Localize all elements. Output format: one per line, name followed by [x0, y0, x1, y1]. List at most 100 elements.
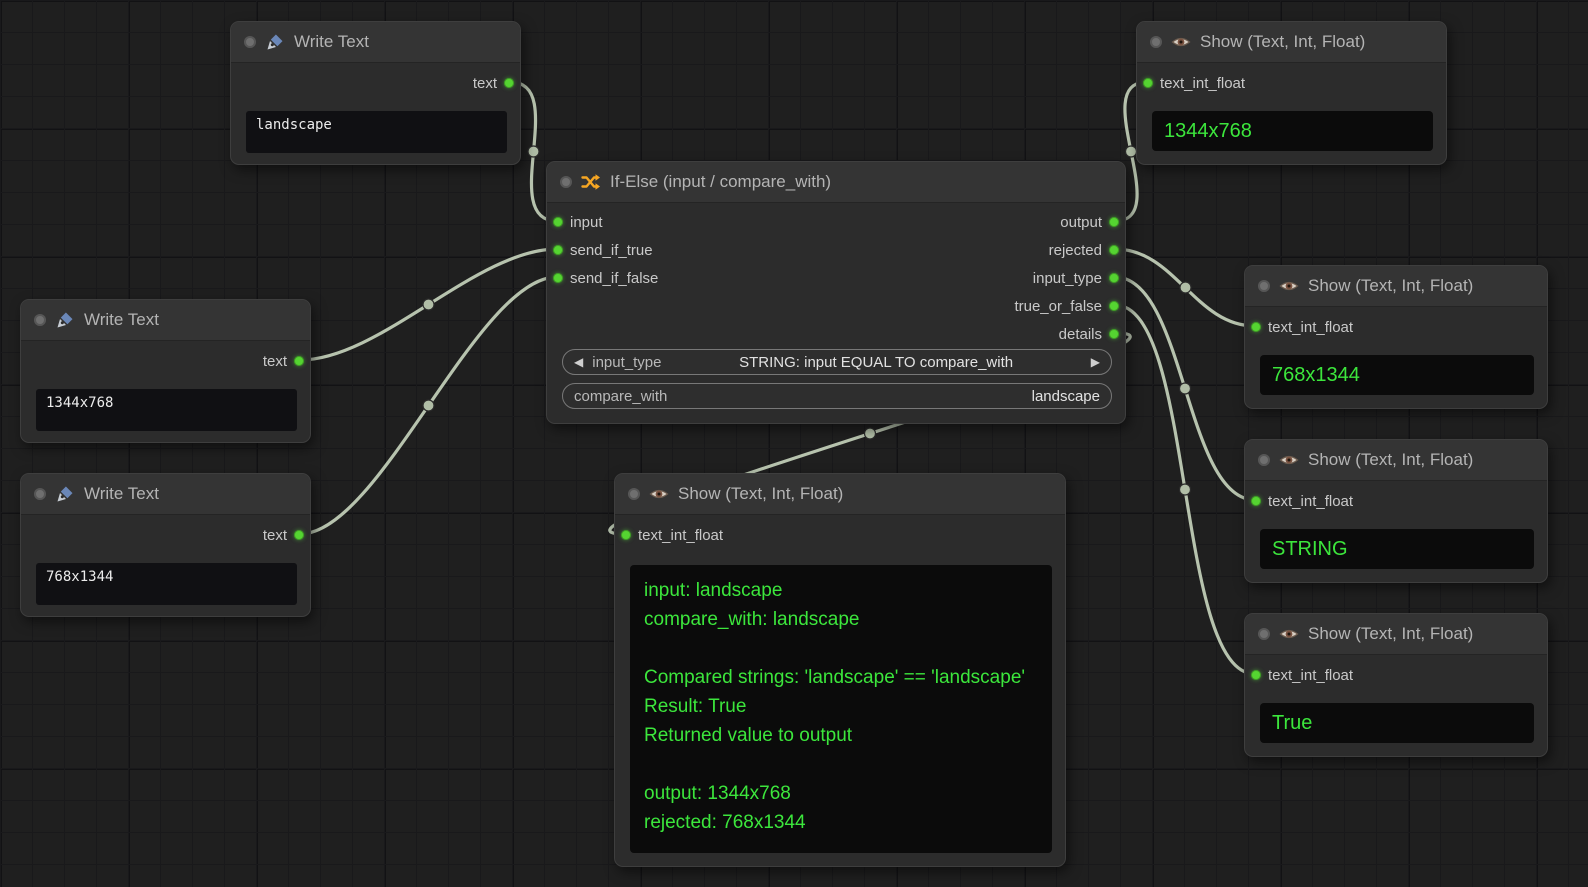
text-field[interactable]: landscape — [246, 111, 507, 153]
value-display: STRING — [1260, 529, 1534, 569]
node-write-text-3[interactable]: Write Text text 768x1344 — [20, 473, 311, 617]
node-if-else[interactable]: If-Else (input / compare_with) input sen… — [546, 161, 1126, 424]
node-title-bar[interactable]: Write Text — [21, 474, 310, 515]
text-field[interactable]: 768x1344 — [36, 563, 297, 605]
node-title: Show (Text, Int, Float) — [1308, 276, 1473, 296]
node-show-input-type[interactable]: Show (Text, Int, Float) text_int_float S… — [1244, 439, 1548, 583]
node-title: Show (Text, Int, Float) — [678, 484, 843, 504]
input-port-send-if-false[interactable]: send_if_false — [547, 264, 658, 292]
node-write-text-2[interactable]: Write Text text 1344x768 — [20, 299, 311, 443]
port-dot[interactable] — [553, 245, 563, 255]
node-show-output[interactable]: Show (Text, Int, Float) text_int_float 1… — [1136, 21, 1447, 165]
pen-icon — [265, 32, 285, 52]
port-dot[interactable] — [1251, 670, 1261, 680]
text-widget-compare-with[interactable]: compare_with landscape — [562, 383, 1112, 409]
node-show-details[interactable]: Show (Text, Int, Float) text_int_float i… — [614, 473, 1066, 867]
port-label: rejected — [1049, 242, 1102, 259]
node-show-rejected[interactable]: Show (Text, Int, Float) text_int_float 7… — [1244, 265, 1548, 409]
output-port-true-or-false[interactable]: true_or_false — [1014, 292, 1125, 320]
value-display: 1344x768 — [1152, 111, 1433, 151]
collapse-dot[interactable] — [1150, 36, 1162, 48]
combo-prev-arrow[interactable]: ◀ — [574, 355, 583, 369]
node-title-bar[interactable]: Write Text — [21, 300, 310, 341]
port-label: input — [570, 214, 603, 231]
details-line: Result: True — [644, 692, 1038, 721]
collapse-dot[interactable] — [34, 488, 46, 500]
details-line: Compared strings: 'landscape' == 'landsc… — [644, 663, 1038, 692]
input-port-text-int-float[interactable]: text_int_float — [1137, 69, 1245, 97]
node-title: Show (Text, Int, Float) — [1308, 624, 1473, 644]
node-title: Write Text — [84, 310, 159, 330]
eye-icon — [1279, 624, 1299, 644]
node-title-bar[interactable]: Show (Text, Int, Float) — [1137, 22, 1446, 63]
port-dot[interactable] — [294, 356, 304, 366]
port-label: text_int_float — [1268, 319, 1353, 336]
collapse-dot[interactable] — [628, 488, 640, 500]
output-port-text[interactable]: text — [473, 69, 520, 97]
value-display: True — [1260, 703, 1534, 743]
output-port-output[interactable]: output — [1060, 208, 1125, 236]
port-dot[interactable] — [553, 273, 563, 283]
link-midpoint-dot — [528, 146, 539, 157]
combo-widget-input-type[interactable]: ◀ input_type STRING: input EQUAL TO comp… — [562, 349, 1112, 375]
link-input-type-to-show — [1115, 277, 1255, 500]
input-port-text-int-float[interactable]: text_int_float — [1245, 313, 1353, 341]
text-widget-label: compare_with — [574, 388, 667, 405]
output-port-text[interactable]: text — [263, 521, 310, 549]
node-graph-canvas[interactable]: Write Text text landscape Write Text tex… — [0, 0, 1588, 887]
collapse-dot[interactable] — [1258, 280, 1270, 292]
collapse-dot[interactable] — [1258, 454, 1270, 466]
input-port-input[interactable]: input — [547, 208, 603, 236]
port-dot[interactable] — [504, 78, 514, 88]
port-dot[interactable] — [294, 530, 304, 540]
node-title-bar[interactable]: Show (Text, Int, Float) — [1245, 614, 1547, 655]
node-show-true-or-false[interactable]: Show (Text, Int, Float) text_int_float T… — [1244, 613, 1548, 757]
output-port-text[interactable]: text — [263, 347, 310, 375]
output-port-details[interactable]: details — [1059, 320, 1125, 348]
pen-icon — [55, 310, 75, 330]
port-dot[interactable] — [1251, 322, 1261, 332]
port-label: text — [263, 353, 287, 370]
port-label: text_int_float — [1160, 75, 1245, 92]
port-dot[interactable] — [1143, 78, 1153, 88]
port-dot[interactable] — [621, 530, 631, 540]
details-line: output: 1344x768 — [644, 779, 1038, 808]
link-midpoint-dot — [1126, 146, 1137, 157]
combo-next-arrow[interactable]: ▶ — [1091, 355, 1100, 369]
collapse-dot[interactable] — [560, 176, 572, 188]
port-dot[interactable] — [1109, 245, 1119, 255]
collapse-dot[interactable] — [244, 36, 256, 48]
node-title-bar[interactable]: If-Else (input / compare_with) — [547, 162, 1125, 203]
node-title-bar[interactable]: Show (Text, Int, Float) — [1245, 440, 1547, 481]
port-dot[interactable] — [1109, 217, 1119, 227]
output-port-rejected[interactable]: rejected — [1049, 236, 1125, 264]
details-line: rejected: 768x1344 — [644, 808, 1038, 837]
port-dot[interactable] — [1109, 301, 1119, 311]
link-midpoint-dot — [1180, 484, 1191, 495]
port-dot[interactable] — [553, 217, 563, 227]
input-port-text-int-float[interactable]: text_int_float — [615, 521, 723, 549]
node-title-bar[interactable]: Show (Text, Int, Float) — [1245, 266, 1547, 307]
output-port-input-type[interactable]: input_type — [1033, 264, 1125, 292]
input-port-text-int-float[interactable]: text_int_float — [1245, 661, 1353, 689]
node-title-bar[interactable]: Show (Text, Int, Float) — [615, 474, 1065, 515]
shuffle-icon — [581, 172, 601, 192]
port-dot[interactable] — [1251, 496, 1261, 506]
port-label: send_if_false — [570, 270, 658, 287]
link-true-or-false-to-show — [1115, 305, 1255, 674]
port-dot[interactable] — [1109, 329, 1119, 339]
node-title-bar[interactable]: Write Text — [231, 22, 520, 63]
link-rejected-to-show — [1115, 249, 1255, 326]
node-write-text-1[interactable]: Write Text text landscape — [230, 21, 521, 165]
text-field[interactable]: 1344x768 — [36, 389, 297, 431]
link-midpoint-dot — [1180, 282, 1191, 293]
collapse-dot[interactable] — [34, 314, 46, 326]
port-label: text_int_float — [1268, 493, 1353, 510]
port-dot[interactable] — [1109, 273, 1119, 283]
port-label: text_int_float — [1268, 667, 1353, 684]
input-port-text-int-float[interactable]: text_int_float — [1245, 487, 1353, 515]
input-port-send-if-true[interactable]: send_if_true — [547, 236, 653, 264]
value-display: 768x1344 — [1260, 355, 1534, 395]
node-title: Write Text — [84, 484, 159, 504]
collapse-dot[interactable] — [1258, 628, 1270, 640]
